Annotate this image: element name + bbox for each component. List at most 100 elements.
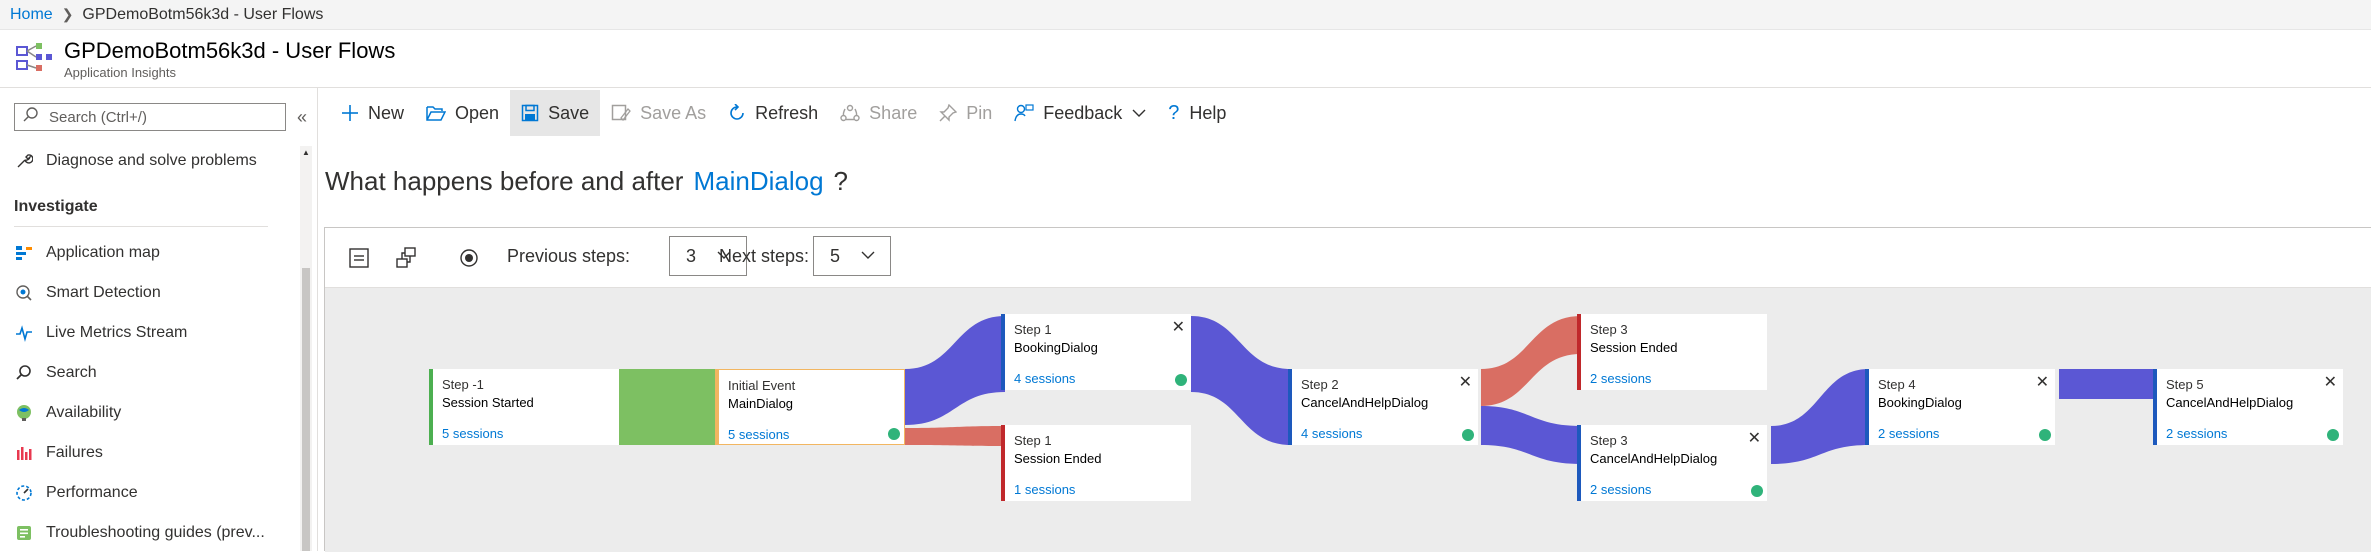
flow-canvas[interactable]: Step -1 Session Started 5 sessions Initi… — [325, 288, 2371, 552]
sidebar-scroll-thumb[interactable] — [302, 268, 310, 551]
flow-node-session-started[interactable]: Step -1 Session Started 5 sessions — [429, 369, 619, 445]
flow-node-step3-session-ended[interactable]: Step 3 Session Ended 2 sessions — [1577, 314, 1767, 390]
flow-node-step1-booking[interactable]: Step 1 BookingDialog 4 sessions ✕ — [1001, 314, 1191, 390]
flow-node-step3-cancel-help[interactable]: Step 3 CancelAndHelpDialog 2 sessions ✕ — [1577, 425, 1767, 501]
sidebar-nav: Application map Smart Detection Live Met… — [14, 233, 294, 553]
flow-node-step2-cancel-help[interactable]: Step 2 CancelAndHelpDialog 4 sessions ✕ — [1288, 369, 1478, 445]
node-sessions-link[interactable]: 5 sessions — [728, 427, 789, 442]
collapse-sidebar-icon[interactable]: « — [292, 106, 312, 128]
node-status-dot — [1175, 374, 1187, 386]
link-cancel-cancel — [1481, 406, 1581, 464]
open-button[interactable]: Open — [415, 90, 510, 136]
node-event-name: CancelAndHelpDialog — [1301, 395, 1429, 410]
save-as-button[interactable]: Save As — [600, 90, 717, 136]
wrench-icon — [14, 151, 34, 171]
share-button-label: Share — [869, 102, 918, 123]
node-sessions-link[interactable]: 4 sessions — [1301, 426, 1362, 441]
sidebar-item-search[interactable]: Search — [14, 353, 294, 393]
sidebar-item-label: Smart Detection — [46, 284, 161, 301]
link-cancel-ended — [1481, 316, 1581, 406]
node-event-name: BookingDialog — [1878, 395, 1962, 410]
record-focus-icon[interactable] — [455, 244, 483, 272]
node-sessions-link[interactable]: 2 sessions — [1590, 482, 1651, 497]
scroll-up-arrow-icon[interactable]: ▲ — [302, 148, 310, 157]
node-event-name: CancelAndHelpDialog — [2166, 395, 2294, 410]
sidebar-search[interactable] — [14, 103, 286, 131]
sidebar-item-live-metrics[interactable]: Live Metrics Stream — [14, 313, 294, 353]
plus-icon — [342, 105, 358, 121]
performance-icon — [14, 483, 34, 503]
node-step-label: Step 1 — [1014, 322, 1052, 337]
page-title: GPDemoBotm56k3d - User Flows — [64, 38, 396, 63]
sidebar-item-label: Troubleshooting guides (prev... — [46, 524, 265, 541]
link-booking-cancel — [1191, 316, 1291, 445]
link-main-booking — [905, 316, 1005, 425]
close-icon[interactable]: ✕ — [1748, 428, 1761, 448]
node-sessions-link[interactable]: 5 sessions — [442, 426, 503, 441]
page-subtitle: Application Insights — [64, 65, 177, 80]
help-button[interactable]: ? Help — [1157, 90, 1237, 136]
feedback-button[interactable]: Feedback — [1003, 90, 1157, 136]
save-button[interactable]: Save — [510, 90, 601, 136]
close-icon[interactable]: ✕ — [2036, 372, 2049, 392]
node-event-name: Session Started — [442, 395, 534, 410]
question-prefix: What happens before and after — [325, 166, 684, 196]
previous-steps-label: Previous steps: — [507, 246, 631, 266]
node-status-dot — [2327, 429, 2339, 441]
node-sessions-link[interactable]: 1 sessions — [1014, 482, 1075, 497]
breadcrumb: Home ❯ GPDemoBotm56k3d - User Flows — [0, 0, 2371, 30]
node-status-dot — [1751, 485, 1763, 497]
close-icon[interactable]: ✕ — [1172, 317, 1185, 337]
collapse-all-icon[interactable] — [345, 244, 373, 272]
next-steps-dropdown[interactable]: 5 — [813, 236, 891, 276]
sidebar-item-application-map[interactable]: Application map — [14, 233, 294, 273]
sidebar-item-performance[interactable]: Performance — [14, 473, 294, 513]
flow-node-step5-cancel-help[interactable]: Step 5 CancelAndHelpDialog 2 sessions ✕ — [2153, 369, 2343, 445]
share-button[interactable]: Share — [829, 90, 928, 136]
node-step-label: Step 3 — [1590, 433, 1628, 448]
next-steps-value: 5 — [830, 245, 841, 266]
node-step-label: Step 5 — [2166, 377, 2204, 392]
sidebar-search-input[interactable] — [49, 108, 269, 126]
new-button-label: New — [368, 102, 405, 123]
node-event-name: MainDialog — [728, 396, 794, 411]
close-icon[interactable]: ✕ — [2324, 372, 2337, 392]
flow-node-step1-session-ended[interactable]: Step 1 Session Ended 1 sessions — [1001, 425, 1191, 501]
node-status-dot — [1462, 429, 1474, 441]
open-button-label: Open — [455, 102, 500, 123]
refresh-button[interactable]: Refresh — [717, 90, 829, 136]
link-cancel-booking — [1771, 369, 1869, 464]
flow-node-step4-booking[interactable]: Step 4 BookingDialog 2 sessions ✕ — [1865, 369, 2055, 445]
sidebar-item-troubleshooting[interactable]: Troubleshooting guides (prev... — [14, 513, 294, 553]
new-button[interactable]: New — [330, 90, 415, 136]
initial-event-link[interactable]: MainDialog — [693, 166, 823, 196]
node-step-label: Initial Event — [728, 378, 796, 393]
section-divider — [14, 226, 268, 227]
node-status-dot — [888, 428, 900, 440]
sidebar-item-diagnose[interactable]: Diagnose and solve problems — [14, 146, 257, 176]
node-sessions-link[interactable]: 2 sessions — [1590, 371, 1651, 386]
node-step-label: Step 4 — [1878, 377, 1916, 392]
pin-button[interactable]: Pin — [928, 90, 1003, 136]
flow-node-initial-event[interactable]: Initial Event MainDialog 5 sessions — [715, 369, 905, 445]
question-suffix: ? — [833, 166, 849, 196]
breadcrumb-home-link[interactable]: Home — [10, 6, 53, 24]
sidebar-item-smart-detection[interactable]: Smart Detection — [14, 273, 294, 313]
page-header: GPDemoBotm56k3d - User Flows Application… — [0, 30, 2371, 88]
node-sessions-link[interactable]: 2 sessions — [2166, 426, 2227, 441]
close-icon[interactable]: ✕ — [1459, 372, 1472, 392]
node-sessions-link[interactable]: 2 sessions — [1878, 426, 1939, 441]
node-event-name: BookingDialog — [1014, 340, 1098, 355]
node-status-dot — [2039, 429, 2051, 441]
node-event-name: CancelAndHelpDialog — [1590, 451, 1718, 466]
sidebar-section-investigate: Investigate — [14, 198, 98, 215]
flow-question-heading: What happens before and after MainDialog? — [325, 166, 848, 197]
sidebar-item-failures[interactable]: Failures — [14, 433, 294, 473]
save-icon — [521, 104, 539, 122]
sidebar-item-availability[interactable]: Availability — [14, 393, 294, 433]
pin-icon — [939, 104, 958, 122]
node-sessions-link[interactable]: 4 sessions — [1014, 371, 1075, 386]
layout-nodes-icon[interactable] — [392, 244, 420, 272]
sidebar-item-label: Failures — [46, 444, 103, 461]
save-as-button-label: Save As — [640, 102, 707, 123]
